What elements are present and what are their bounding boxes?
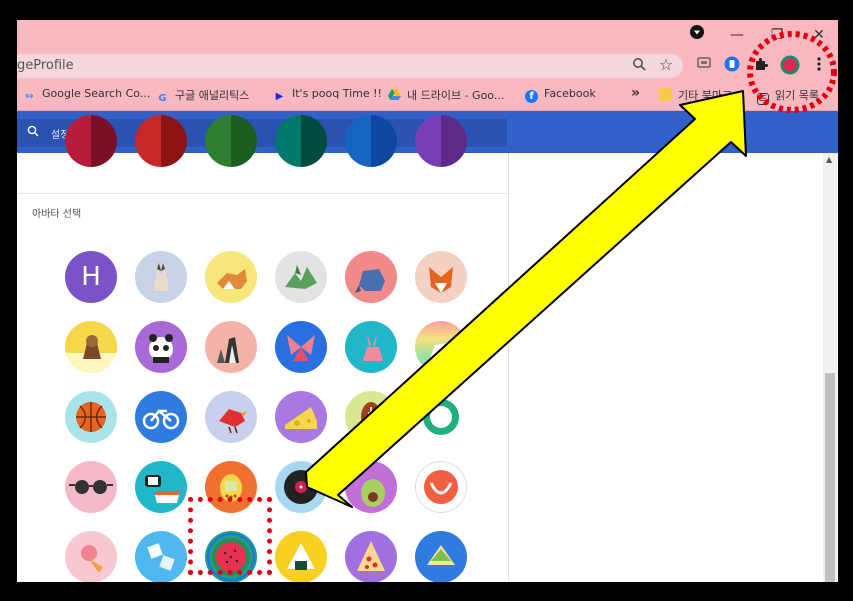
- color-swatch[interactable]: [135, 115, 187, 167]
- puzzle-icon[interactable]: [752, 56, 770, 74]
- settings-content: 아바타 선택 H ▲: [17, 115, 838, 582]
- browser-window: — ❐ ✕ geProfile ☆ ⇔ Google Search Co... …: [17, 20, 838, 582]
- right-empty-pane: [508, 153, 838, 582]
- avatar-sandwich[interactable]: [415, 531, 467, 582]
- bookmark-other[interactable]: 기타 북마크: [659, 87, 732, 103]
- bookmarks-bar: ⇔ Google Search Co... G 구글 애널리틱스 ▶ It's poo…: [17, 81, 838, 111]
- google-g-icon: G: [158, 93, 167, 104]
- avatar-bird[interactable]: [205, 391, 257, 443]
- bookmark-label: 기타 북마크: [678, 89, 733, 102]
- extension-blue-icon[interactable]: [723, 56, 741, 74]
- avatar-bicycle[interactable]: [135, 391, 187, 443]
- avatar-football[interactable]: [345, 391, 397, 443]
- google-drive-icon: [388, 89, 401, 102]
- avatar-dragon[interactable]: [275, 251, 327, 303]
- browser-toolbar: geProfile ☆: [17, 50, 838, 81]
- bookmark-label: 구글 애널리틱스: [175, 89, 250, 102]
- avatar-smile[interactable]: [415, 461, 467, 513]
- address-bar[interactable]: geProfile ☆: [17, 54, 683, 78]
- avatar-sunglasses[interactable]: [65, 461, 117, 513]
- bookmark-google-drive[interactable]: 내 드라이브 - Goo...: [388, 87, 504, 103]
- folder-icon: [659, 88, 672, 101]
- avatar-corgi[interactable]: [205, 251, 257, 303]
- minimize-button[interactable]: —: [727, 25, 747, 45]
- avatar-onigiri[interactable]: [275, 531, 327, 582]
- reading-list-icon: ☰: [757, 93, 769, 105]
- avatar-section-label: 아바타 선택: [32, 209, 82, 220]
- avatar-letter[interactable]: H: [65, 251, 117, 303]
- scroll-up-icon[interactable]: ▲: [826, 155, 832, 164]
- reading-list-button[interactable]: ☰ 읽기 목록: [757, 87, 819, 105]
- url-text: geProfile: [17, 58, 74, 73]
- bookmark-google-search-console[interactable]: ⇔ Google Search Co...: [23, 87, 150, 103]
- bookmark-label: It's pooq Time !!: [292, 87, 382, 100]
- color-swatch[interactable]: [345, 115, 397, 167]
- avatar-butterfly[interactable]: [275, 321, 327, 373]
- cast-icon[interactable]: [695, 57, 713, 75]
- avatar-fox[interactable]: [415, 251, 467, 303]
- avatar-unicorn[interactable]: [415, 321, 467, 373]
- bookmark-label: Facebook: [544, 87, 596, 100]
- avatar-monkey[interactable]: [65, 321, 117, 373]
- magnify-icon[interactable]: [630, 57, 648, 75]
- avatar-sushi[interactable]: [135, 461, 187, 513]
- bookmark-label: Google Search Co...: [42, 87, 151, 100]
- close-button[interactable]: ✕: [809, 25, 829, 45]
- bookmark-label: 내 드라이브 - Goo...: [407, 89, 505, 102]
- reading-list-label: 읽기 목록: [775, 89, 819, 102]
- title-bar: — ❐ ✕: [17, 20, 838, 50]
- avatar-rabbit[interactable]: [345, 321, 397, 373]
- restore-button[interactable]: ❐: [767, 25, 787, 45]
- avatar-basketball[interactable]: [65, 391, 117, 443]
- google-search-console-icon: ⇔: [25, 91, 34, 102]
- bookmark-google-analytics[interactable]: G 구글 애널리틱스: [156, 87, 249, 105]
- avatar-vinyl[interactable]: [275, 461, 327, 513]
- page-scrollbar[interactable]: ▲: [823, 153, 837, 582]
- avatar-ice-cubes[interactable]: [135, 531, 187, 582]
- bookmarks-overflow-button[interactable]: »: [631, 85, 640, 101]
- avatar-letter-text: H: [81, 262, 101, 292]
- avatar-green-partial[interactable]: [415, 391, 467, 443]
- highlight-box-watermelon: [188, 497, 272, 575]
- color-swatch[interactable]: [65, 115, 117, 167]
- star-icon[interactable]: ☆: [657, 56, 675, 74]
- profile-dropdown-icon[interactable]: [687, 25, 707, 45]
- profile-avatar-icon[interactable]: [780, 55, 800, 75]
- pooq-play-icon: ▶: [275, 91, 284, 102]
- facebook-icon: f: [525, 90, 538, 103]
- menu-icon[interactable]: [810, 56, 828, 74]
- color-swatch[interactable]: [275, 115, 327, 167]
- section-divider: [17, 193, 507, 194]
- avatar-penguin[interactable]: [205, 321, 257, 373]
- avatar-panda[interactable]: [135, 321, 187, 373]
- avatar-ice-cream[interactable]: [65, 531, 117, 582]
- color-swatch[interactable]: [415, 115, 467, 167]
- avatar-elephant[interactable]: [345, 251, 397, 303]
- avatar-avocado[interactable]: [345, 461, 397, 513]
- bookmark-pooq[interactable]: ▶ It's pooq Time !!: [273, 87, 382, 103]
- color-swatch[interactable]: [205, 115, 257, 167]
- avatar-cheese[interactable]: [275, 391, 327, 443]
- scrollbar-thumb[interactable]: [825, 373, 835, 582]
- avatar-pizza[interactable]: [345, 531, 397, 582]
- avatar-cat[interactable]: [135, 251, 187, 303]
- bookmark-facebook[interactable]: f Facebook: [525, 87, 596, 103]
- search-icon: [27, 125, 39, 140]
